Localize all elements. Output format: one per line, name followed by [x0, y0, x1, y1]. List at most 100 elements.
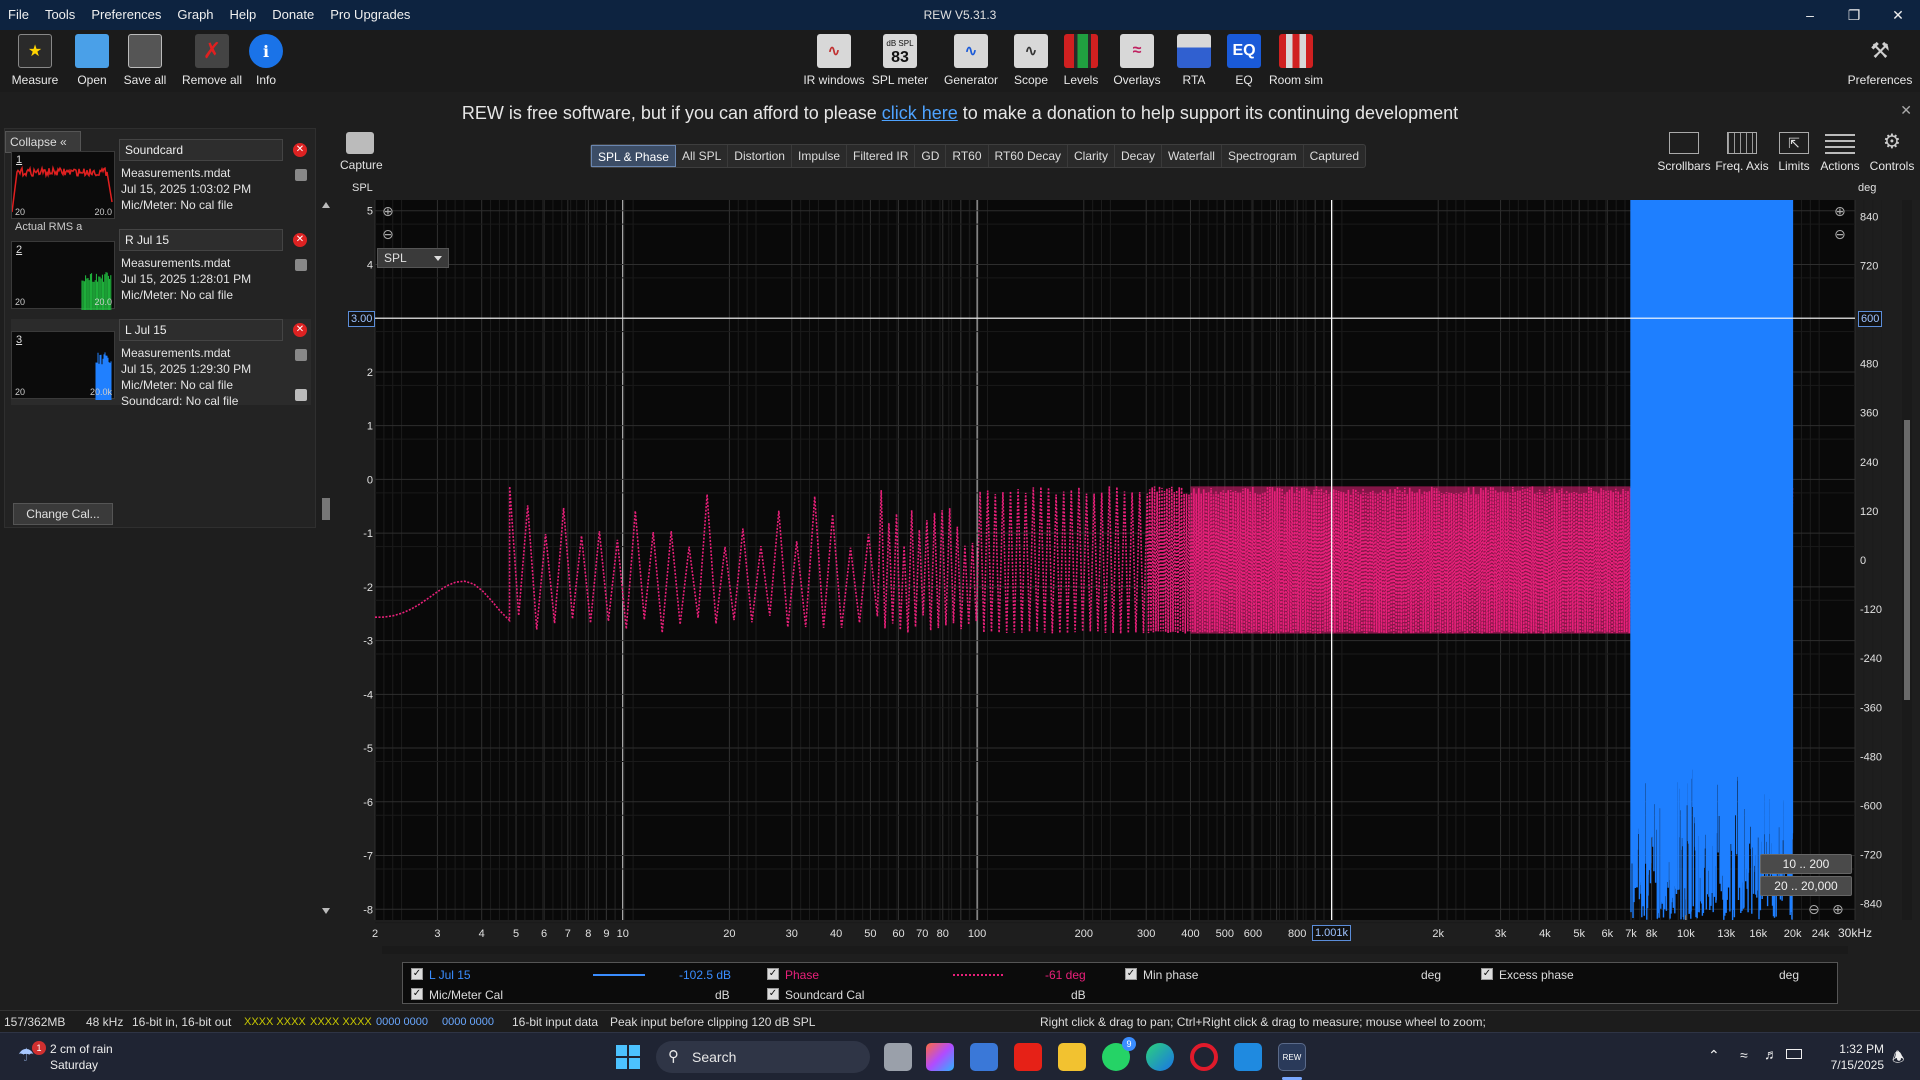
rew-taskbar-icon[interactable]: REW [1278, 1043, 1306, 1071]
x-tick-label: 70 [916, 928, 928, 940]
wifi-icon[interactable]: ≈ [1740, 1047, 1748, 1063]
checkbox-l-jul15[interactable]: ✓ [411, 968, 423, 980]
zoom-out-x-icon[interactable]: ⊖ [1808, 901, 1820, 917]
zoom-in-right-icon[interactable]: ⊕ [1834, 203, 1846, 219]
start-icon[interactable] [616, 1045, 640, 1069]
left-tick-label: 0 [367, 474, 373, 486]
left-tick-label: 5 [367, 206, 373, 218]
right-tick-label: -600 [1860, 800, 1882, 812]
left-tick-label: 4 [367, 259, 373, 271]
zoom-out-right-icon[interactable]: ⊖ [1834, 226, 1846, 242]
weather-badge: 1 [32, 1041, 46, 1055]
x-axis-unit: 30kHz [1838, 926, 1872, 940]
status-bar: 157/362MB 48 kHz 16-bit in, 16-bit out X… [0, 1010, 1920, 1032]
input-data-status: 16-bit input data [512, 1015, 599, 1029]
x-tick-label: 500 [1216, 928, 1234, 940]
weather-widget[interactable]: ☂ 1 [18, 1041, 46, 1067]
zoom-out-icon[interactable]: ⊖ [382, 226, 394, 242]
cursor-phase-readout: 600 [1858, 311, 1883, 327]
right-tick-label: 720 [1860, 260, 1878, 272]
x-tick-label: 9 [603, 928, 609, 940]
x-tick-label: 40 [830, 928, 842, 940]
right-tick-label: 840 [1860, 211, 1878, 223]
input-meter-1: XXXX XXXX [244, 1016, 306, 1028]
range-10-200-button[interactable]: 10 .. 200 [1760, 854, 1852, 874]
x-tick-label: 300 [1137, 928, 1155, 940]
checkbox-min-phase[interactable]: ✓ [1125, 968, 1137, 980]
x-tick-label: 8 [585, 928, 591, 940]
y-scroll-thumb[interactable] [1904, 420, 1910, 700]
x-scrollbar[interactable] [382, 946, 1848, 954]
left-tick-label: -7 [363, 851, 373, 863]
peak-input-status: Peak input before clipping 120 dB SPL [610, 1015, 816, 1029]
x-tick-label: 16k [1749, 928, 1767, 940]
clock[interactable]: 1:32 PM 7/15/2025 [1812, 1041, 1884, 1073]
notification-icon[interactable]: 🕭 [1892, 1047, 1905, 1071]
x-tick-label: 80 [937, 928, 949, 940]
taskbar-search[interactable]: ⚲ Search [656, 1041, 870, 1073]
x-tick-label: 50 [864, 928, 876, 940]
youtube-icon[interactable] [1014, 1043, 1042, 1071]
right-tick-label: 120 [1860, 506, 1878, 518]
mouse-hint: Right click & drag to pan; Ctrl+Right cl… [1040, 1015, 1486, 1029]
left-tick-label: 1 [367, 421, 373, 433]
x-tick-label: 2 [372, 928, 378, 940]
windows-taskbar: ☂ 1 2 cm of rain Saturday ⚲ Search 9 REW… [0, 1032, 1920, 1080]
x-tick-label: 7 [565, 928, 571, 940]
x-tick-label: 6k [1601, 928, 1613, 940]
opera-icon[interactable] [1190, 1043, 1218, 1071]
range-20-20000-button[interactable]: 20 .. 20,000 [1760, 876, 1852, 896]
search-icon: ⚲ [668, 1048, 679, 1065]
left-tick-label: -1 [363, 528, 373, 540]
x-tick-label: 5 [513, 928, 519, 940]
output-meter-1: 0000 0000 [376, 1016, 428, 1028]
right-tick-label: -360 [1860, 702, 1882, 714]
x-tick-label: 4 [479, 928, 485, 940]
store-icon[interactable] [970, 1043, 998, 1071]
bit-depth-status: 16-bit in, 16-bit out [132, 1015, 232, 1029]
vscode-icon[interactable] [1234, 1043, 1262, 1071]
file-explorer-icon[interactable] [1058, 1043, 1086, 1071]
zoom-in-x-icon[interactable]: ⊕ [1832, 901, 1844, 917]
graph-legend: ✓ L Jul 15 -102.5 dB ✓ Phase -61 deg ✓ M… [402, 962, 1838, 1004]
checkbox-phase[interactable]: ✓ [767, 968, 779, 980]
left-tick-label: -5 [363, 743, 373, 755]
right-tick-label: 0 [1860, 555, 1866, 567]
checkbox-mic-cal[interactable]: ✓ [411, 988, 423, 1000]
x-axis-ticks: 2 3 4 5 6 7 8 9 10 20 30 40 50 60 70 80 100 200 300 400 500 6… [372, 928, 1830, 940]
x-tick-label: 800 [1288, 928, 1306, 940]
task-view-icon[interactable] [884, 1043, 912, 1071]
x-tick-label: 60 [892, 928, 904, 940]
spl-phase-graph[interactable]: 543210-1-2-3-4-5-6-7-8 84072060048036024… [0, 0, 1920, 1010]
right-tick-label: -120 [1860, 604, 1882, 616]
x-tick-label: 4k [1539, 928, 1551, 940]
checkbox-soundcard-cal[interactable]: ✓ [767, 988, 779, 1000]
checkbox-excess-phase[interactable]: ✓ [1481, 968, 1493, 980]
left-tick-label: -8 [363, 904, 373, 916]
volume-icon[interactable]: ♬ [1764, 1046, 1778, 1062]
x-tick-label: 600 [1244, 928, 1262, 940]
spl-select[interactable]: SPL [377, 248, 449, 268]
x-tick-label: 5k [1573, 928, 1585, 940]
x-tick-label: 100 [968, 928, 986, 940]
zoom-in-icon[interactable]: ⊕ [382, 203, 394, 219]
x-tick-label: 20 [723, 928, 735, 940]
right-tick-label: 360 [1860, 408, 1878, 420]
tray-chevron-up-icon[interactable]: ⌃ [1708, 1047, 1720, 1064]
right-tick-label: 240 [1860, 457, 1878, 469]
right-tick-label: 480 [1860, 359, 1878, 371]
left-tick-label: -6 [363, 797, 373, 809]
x-tick-label: 7k [1625, 928, 1637, 940]
x-tick-label: 2k [1432, 928, 1444, 940]
copilot-icon[interactable] [926, 1043, 954, 1071]
x-tick-label: 20k [1784, 928, 1802, 940]
x-tick-label: 6 [541, 928, 547, 940]
x-tick-label: 3 [434, 928, 440, 940]
x-tick-label: 13k [1717, 928, 1735, 940]
left-tick-label: 2 [367, 367, 373, 379]
battery-icon[interactable] [1786, 1049, 1802, 1059]
legend-swatch-phase [953, 974, 1003, 976]
spl-trace [1630, 200, 1794, 920]
whatsapp-icon[interactable]: 9 [1102, 1037, 1136, 1071]
edge-icon[interactable] [1146, 1043, 1174, 1071]
